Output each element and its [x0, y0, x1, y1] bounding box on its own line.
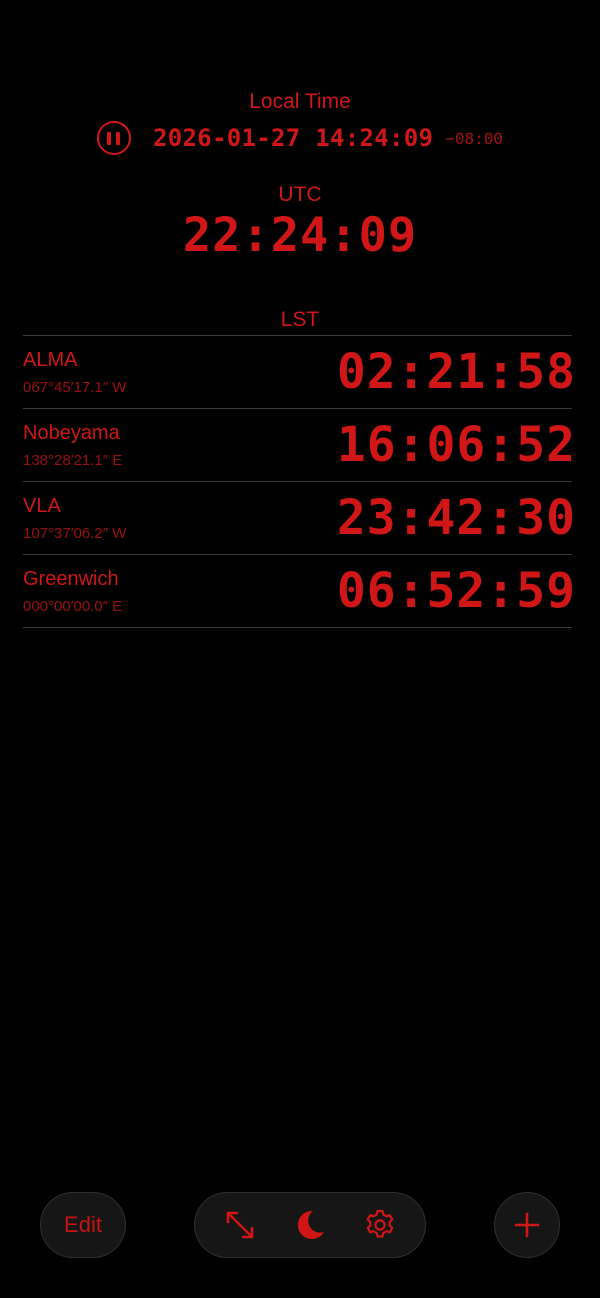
local-offset: −08:00: [445, 128, 504, 148]
site-coord: 000°00′00.0″ E: [23, 598, 123, 615]
expand-button[interactable]: [220, 1205, 260, 1245]
add-site-button[interactable]: [494, 1192, 560, 1258]
site-lst-time: 06:52:59: [336, 563, 576, 619]
utc-time: 22:24:09: [182, 208, 418, 263]
site-lst-time: 02:21:58: [336, 344, 576, 400]
site-name: Greenwich: [23, 568, 119, 590]
pause-icon: [107, 131, 112, 145]
gear-icon: [366, 1209, 394, 1238]
plus-icon: [514, 1212, 540, 1238]
site-name: Nobeyama: [23, 422, 120, 444]
lst-list: ALMA 067°45′17.1″ W 02:21:58 Nobeyama 13…: [23, 335, 575, 628]
utc-label: UTC: [278, 183, 322, 206]
site-coord: 067°45′17.1″ W: [23, 379, 127, 396]
settings-button[interactable]: [360, 1205, 400, 1245]
moon-icon: [297, 1210, 324, 1239]
lst-row-greenwich[interactable]: Greenwich 000°00′00.0″ E 06:52:59: [23, 555, 575, 628]
site-coord: 138°28′21.1″ E: [23, 452, 123, 469]
site-name: VLA: [23, 495, 61, 517]
local-time-label: Local Time: [249, 90, 351, 113]
pause-button[interactable]: [96, 121, 131, 155]
site-name: ALMA: [23, 349, 78, 371]
site-lst-time: 23:42:30: [336, 490, 576, 546]
lst-label: LST: [280, 308, 320, 331]
night-mode-button[interactable]: [290, 1205, 330, 1245]
edit-button[interactable]: Edit: [40, 1192, 126, 1258]
lst-row-nobeyama[interactable]: Nobeyama 138°28′21.1″ E 16:06:52: [23, 409, 575, 482]
local-time-row: 2026-01-27 14:24:09 −08:00: [0, 117, 600, 159]
toolbar-group: [194, 1192, 426, 1258]
lst-row-vla[interactable]: VLA 107°37′06.2″ W 23:42:30: [23, 482, 575, 555]
local-datetime: 2026-01-27 14:24:09: [152, 124, 434, 152]
lst-row-alma[interactable]: ALMA 067°45′17.1″ W 02:21:58: [23, 336, 575, 409]
expand-icon: [226, 1211, 254, 1239]
site-coord: 107°37′06.2″ W: [23, 525, 127, 542]
site-lst-time: 16:06:52: [336, 417, 576, 473]
